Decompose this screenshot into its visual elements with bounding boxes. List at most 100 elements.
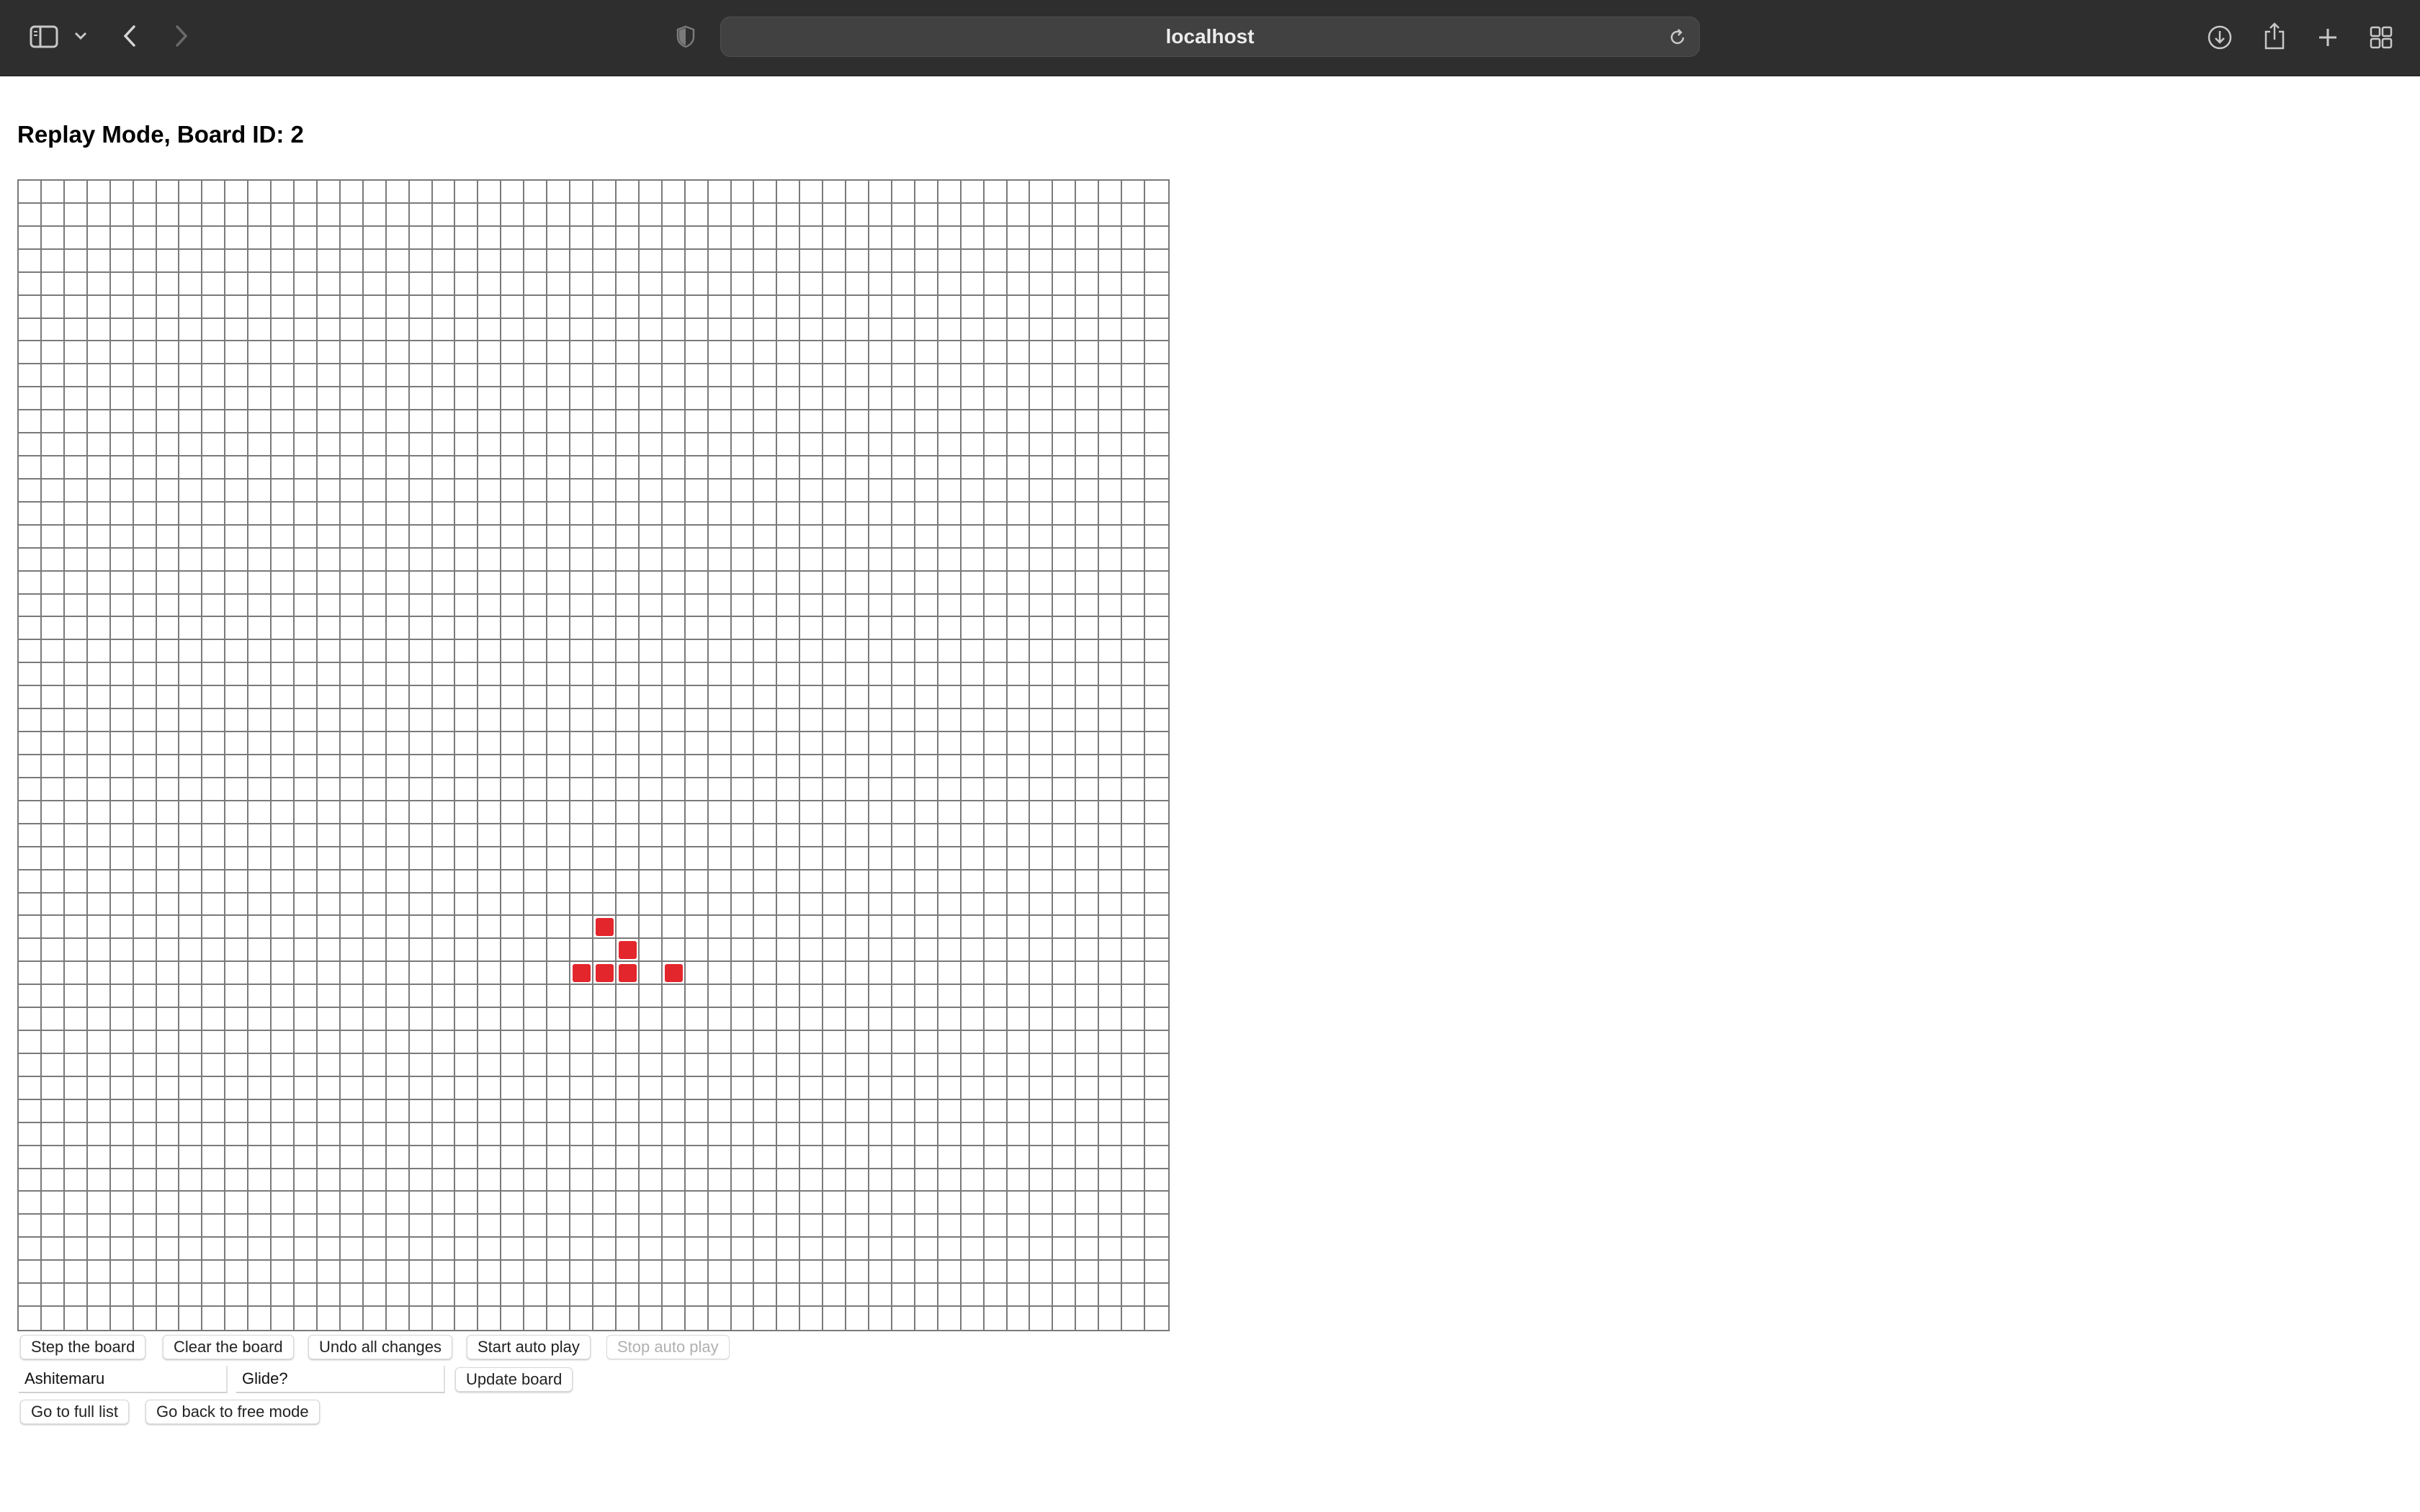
board-cell[interactable] [295, 548, 318, 572]
board-cell[interactable] [41, 272, 65, 296]
board-cell[interactable] [547, 456, 571, 480]
board-cell[interactable] [133, 525, 157, 549]
board-cell[interactable] [432, 181, 456, 204]
board-cell[interactable] [524, 916, 548, 940]
board-cell[interactable] [639, 295, 663, 319]
board-cell[interactable] [731, 387, 755, 411]
board-cell[interactable] [1053, 318, 1077, 342]
board-cell[interactable] [570, 226, 593, 250]
board-cell[interactable] [110, 870, 134, 894]
board-cell[interactable] [708, 387, 732, 411]
board-cell[interactable] [754, 709, 778, 733]
board-cell[interactable] [708, 548, 732, 572]
board-cell[interactable] [295, 1215, 318, 1238]
board-cell[interactable] [64, 272, 88, 296]
board-cell-alive[interactable] [593, 962, 617, 986]
board-cell[interactable] [41, 893, 65, 917]
board-cell[interactable] [110, 893, 134, 917]
board-cell[interactable] [409, 1238, 433, 1261]
board-cell[interactable] [938, 364, 962, 388]
board-cell[interactable] [846, 502, 870, 526]
board-cell[interactable] [892, 295, 915, 319]
board-cell[interactable] [892, 1284, 915, 1308]
board-cell[interactable] [1007, 801, 1031, 824]
board-cell[interactable] [157, 1307, 180, 1330]
board-cell[interactable] [386, 525, 410, 549]
board-cell[interactable] [432, 640, 456, 664]
board-cell[interactable] [110, 502, 134, 526]
board-cell[interactable] [295, 962, 318, 986]
board-cell[interactable] [938, 456, 962, 480]
board-cell[interactable] [570, 456, 593, 480]
board-cell[interactable] [409, 1053, 433, 1077]
board-cell[interactable] [317, 824, 341, 847]
board-cell[interactable] [501, 1169, 525, 1192]
board-cell[interactable] [1099, 1031, 1123, 1054]
board-cell[interactable] [593, 709, 617, 733]
board-cell[interactable] [1099, 893, 1123, 917]
board-cell[interactable] [41, 456, 65, 480]
board-cell[interactable] [133, 824, 157, 847]
board-cell[interactable] [731, 916, 755, 940]
board-cell[interactable] [1099, 272, 1123, 296]
board-cell[interactable] [662, 801, 686, 824]
board-cell[interactable] [1007, 663, 1031, 687]
board-cell[interactable] [915, 1284, 938, 1308]
board-cell[interactable] [202, 1169, 226, 1192]
board-cell[interactable] [593, 203, 617, 227]
board-cell[interactable] [524, 801, 548, 824]
board-cell[interactable] [501, 387, 525, 411]
board-cell[interactable] [961, 801, 985, 824]
board-cell[interactable] [823, 1008, 847, 1032]
board-cell[interactable] [318, 1307, 341, 1330]
board-cell[interactable] [616, 1076, 640, 1100]
board-cell[interactable] [202, 226, 226, 250]
board-cell[interactable] [133, 410, 157, 434]
board-cell[interactable] [225, 203, 249, 227]
board-cell[interactable] [1007, 249, 1031, 273]
board-cell[interactable] [87, 1122, 111, 1146]
board-cell[interactable] [1145, 526, 1168, 549]
board-cell[interactable] [340, 1146, 364, 1169]
board-cell[interactable] [800, 387, 824, 411]
board-cell[interactable] [295, 571, 318, 595]
board-cell[interactable] [225, 502, 249, 526]
board-cell[interactable] [708, 1284, 732, 1308]
board-cell[interactable] [570, 709, 593, 733]
board-cell[interactable] [754, 686, 778, 710]
board-cell[interactable] [501, 226, 525, 250]
board-cell[interactable] [340, 732, 364, 755]
board-cell[interactable] [1099, 1215, 1123, 1238]
board-cell[interactable] [179, 295, 203, 319]
board-cell[interactable] [87, 617, 111, 641]
board-cell[interactable] [363, 1146, 387, 1169]
board-cell[interactable] [961, 226, 985, 250]
board-cell[interactable] [272, 226, 295, 250]
board-cell[interactable] [87, 456, 111, 480]
board-cell[interactable] [1030, 364, 1054, 388]
board-cell[interactable] [432, 341, 456, 365]
board-cell[interactable] [478, 755, 502, 778]
board-cell[interactable] [87, 181, 111, 204]
board-cell[interactable] [708, 847, 732, 870]
board-cell[interactable] [340, 502, 364, 526]
board-cell[interactable] [961, 272, 985, 296]
board-cell[interactable] [19, 594, 42, 618]
board-cell[interactable] [846, 295, 870, 319]
board-cell[interactable] [225, 755, 249, 778]
board-cell[interactable] [524, 755, 548, 778]
board-cell[interactable] [593, 1307, 617, 1330]
board-cell[interactable] [19, 525, 42, 549]
board-cell[interactable] [133, 1146, 157, 1169]
board-cell[interactable] [1099, 985, 1123, 1009]
board-cell[interactable] [961, 364, 985, 388]
board-cell[interactable] [616, 364, 640, 388]
board-cell[interactable] [410, 1307, 433, 1330]
board-cell[interactable] [823, 479, 847, 503]
board-cell[interactable] [156, 709, 180, 733]
board-cell[interactable] [1076, 962, 1100, 986]
clear-board-button[interactable]: Clear the board [163, 1335, 294, 1359]
board-cell[interactable] [133, 939, 157, 963]
board-cell[interactable] [915, 479, 938, 503]
board-cell[interactable] [892, 410, 915, 434]
